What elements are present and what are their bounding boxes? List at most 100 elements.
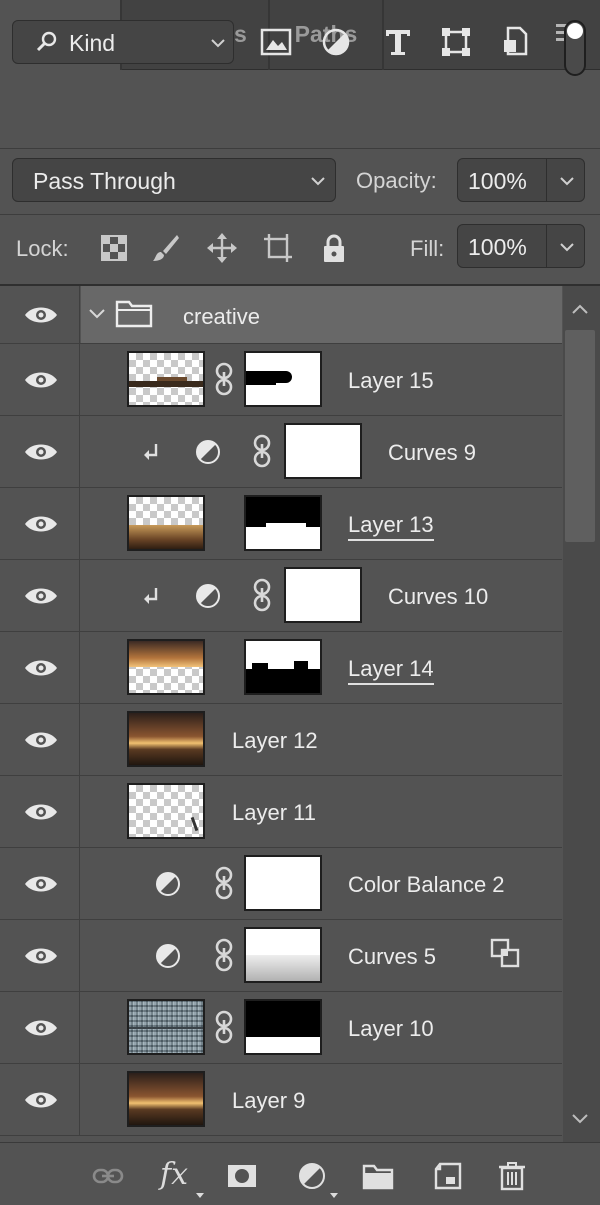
- lock-transparent-pixels-icon[interactable]: [98, 232, 130, 264]
- layer-row-curves-10[interactable]: Curves 10: [0, 560, 562, 632]
- layer-name[interactable]: Layer 14: [348, 656, 434, 685]
- delete-icon[interactable]: [496, 1161, 528, 1191]
- lock-artboard-icon[interactable]: [262, 232, 294, 264]
- scrollbar-thumb[interactable]: [565, 330, 595, 542]
- layer-mask-thumbnail[interactable]: [284, 567, 362, 623]
- lock-position-icon[interactable]: [206, 232, 238, 264]
- layer-mask-thumbnail[interactable]: [244, 999, 322, 1055]
- link-icon[interactable]: [214, 362, 234, 396]
- layer-mask-thumbnail[interactable]: [244, 351, 322, 407]
- layer-thumbnail[interactable]: [127, 495, 205, 551]
- visibility-eye-icon[interactable]: [24, 1018, 58, 1038]
- layer-name[interactable]: Layer 9: [232, 1088, 305, 1114]
- layer-mask-thumbnail[interactable]: [244, 855, 322, 911]
- shape-filter-icon[interactable]: [438, 24, 474, 60]
- layer-name[interactable]: creative: [183, 304, 260, 330]
- layer-row-layer-14[interactable]: Layer 14: [0, 632, 562, 704]
- visibility-eye-icon[interactable]: [24, 802, 58, 822]
- layer-thumbnail[interactable]: [127, 351, 205, 407]
- scroll-down-icon[interactable]: [570, 1112, 590, 1126]
- lock-all-icon[interactable]: [318, 232, 350, 264]
- add-mask-icon[interactable]: [226, 1161, 258, 1191]
- layer-thumbnail[interactable]: [127, 711, 205, 767]
- visibility-eye-icon[interactable]: [24, 658, 58, 678]
- visibility-eye-icon[interactable]: [24, 874, 58, 894]
- link-icon[interactable]: [214, 866, 234, 900]
- adjustment-layer-icon: [196, 584, 220, 608]
- layer-mask-thumbnail[interactable]: [244, 495, 322, 551]
- layer-name[interactable]: Layer 11: [232, 800, 316, 826]
- visibility-eye-icon[interactable]: [24, 514, 58, 534]
- pixel-filter-icon[interactable]: [258, 24, 294, 60]
- visibility-eye-icon[interactable]: [24, 946, 58, 966]
- layer-thumbnail[interactable]: [127, 639, 205, 695]
- link-layers-icon[interactable]: [92, 1161, 124, 1191]
- blend-mode-value: Pass Through: [33, 168, 176, 194]
- fill-label: Fill:: [410, 236, 445, 261]
- layer-row-color-balance-2[interactable]: Color Balance 2: [0, 848, 562, 920]
- chevron-down-icon: [311, 177, 325, 186]
- clipping-mask-arrow-icon: [144, 444, 158, 460]
- layer-name[interactable]: Layer 15: [348, 368, 434, 394]
- layer-thumbnail[interactable]: [127, 783, 205, 839]
- layer-row-curves-9[interactable]: Curves 9: [0, 416, 562, 488]
- visibility-eye-icon[interactable]: [24, 730, 58, 750]
- search-icon: [36, 31, 57, 52]
- filter-toggle[interactable]: [564, 20, 586, 76]
- link-icon[interactable]: [214, 938, 234, 972]
- layer-name[interactable]: Layer 12: [232, 728, 318, 754]
- type-filter-icon[interactable]: [380, 24, 416, 60]
- blend-mode-select[interactable]: Pass Through: [12, 158, 336, 202]
- new-group-icon[interactable]: [362, 1161, 394, 1191]
- layer-row-layer-11[interactable]: Layer 11: [0, 776, 562, 848]
- link-icon[interactable]: [252, 434, 272, 468]
- layer-name[interactable]: Curves 5: [348, 944, 436, 970]
- layer-row-layer-9[interactable]: Layer 9: [0, 1064, 562, 1136]
- opacity-value: 100%: [468, 168, 527, 194]
- adjustment-layer-icon: [196, 440, 220, 464]
- panel-footer: fx: [0, 1142, 600, 1205]
- folder-icon: [115, 300, 153, 328]
- layer-row-creative[interactable]: creative: [0, 286, 562, 344]
- new-layer-icon[interactable]: [432, 1161, 464, 1191]
- smart-object-filter-icon[interactable]: [498, 24, 534, 60]
- visibility-eye-icon[interactable]: [24, 1090, 58, 1110]
- layer-name[interactable]: Curves 10: [388, 584, 488, 610]
- link-icon[interactable]: [214, 1010, 234, 1044]
- layers-list: creative Layer 15 Curves 9 Layer 13 Curv…: [0, 286, 562, 1142]
- layer-name[interactable]: Layer 10: [348, 1016, 434, 1042]
- opacity-field[interactable]: 100%: [457, 158, 585, 202]
- chevron-down-icon[interactable]: [558, 172, 576, 190]
- layer-mask-thumbnail[interactable]: [244, 927, 322, 983]
- scroll-up-icon[interactable]: [570, 302, 590, 316]
- chevron-down-icon[interactable]: [558, 238, 576, 256]
- layer-row-layer-15[interactable]: Layer 15: [0, 344, 562, 416]
- divider: [0, 214, 600, 215]
- adjustment-icon[interactable]: [296, 1161, 328, 1191]
- visibility-eye-icon[interactable]: [24, 370, 58, 390]
- visibility-eye-icon[interactable]: [24, 442, 58, 462]
- layer-thumbnail[interactable]: [127, 1071, 205, 1127]
- layer-name[interactable]: Curves 9: [388, 440, 476, 466]
- layer-mask-thumbnail[interactable]: [244, 639, 322, 695]
- chevron-down-icon[interactable]: [87, 305, 107, 323]
- lock-image-pixels-icon[interactable]: [150, 232, 182, 264]
- layer-row-layer-12[interactable]: Layer 12: [0, 704, 562, 776]
- layer-mask-thumbnail[interactable]: [284, 423, 362, 479]
- group-row-highlight: creative: [81, 286, 562, 343]
- clipping-mask-arrow-icon: [144, 588, 158, 604]
- filter-kind-select[interactable]: Kind: [12, 20, 234, 64]
- adjustment-layer-icon: [156, 872, 180, 896]
- layer-row-layer-13[interactable]: Layer 13: [0, 488, 562, 560]
- visibility-eye-icon[interactable]: [24, 586, 58, 606]
- layer-row-curves-5[interactable]: Curves 5: [0, 920, 562, 992]
- link-icon[interactable]: [252, 578, 272, 612]
- layer-row-layer-10[interactable]: Layer 10: [0, 992, 562, 1064]
- layer-name[interactable]: Layer 13: [348, 512, 434, 541]
- layer-thumbnail[interactable]: [127, 999, 205, 1055]
- adjustment-filter-icon[interactable]: [318, 24, 354, 60]
- layer-name[interactable]: Color Balance 2: [348, 872, 505, 898]
- fx-icon[interactable]: fx: [160, 1157, 188, 1192]
- visibility-eye-icon[interactable]: [24, 305, 58, 325]
- fill-field[interactable]: 100%: [457, 224, 585, 268]
